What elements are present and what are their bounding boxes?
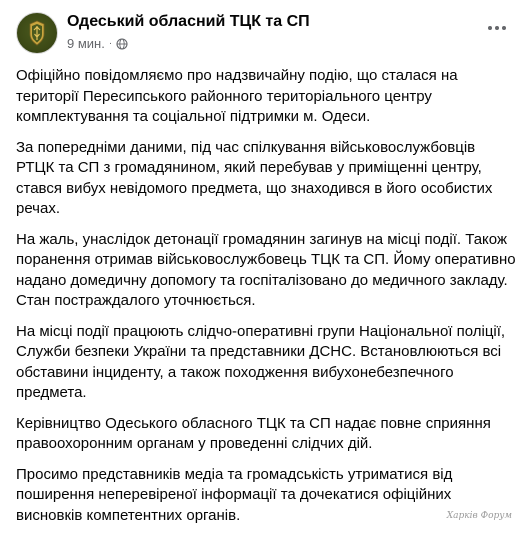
post-paragraph: Керівництво Одеського обласного ТЦК та С… <box>16 414 491 453</box>
post-paragraph: Офіційно повідомляємо про надзвичайну по… <box>16 67 458 125</box>
post-header: Одеський обласний ТЦК та СП 9 мин. · <box>12 10 516 60</box>
page-name-link[interactable]: Одеський обласний ТЦК та СП <box>67 12 310 32</box>
post-paragraph: За попередніми даними, під час спілкуван… <box>16 138 493 218</box>
post-text: Офіційно повідомляємо про надзвичайну по… <box>16 66 516 536</box>
post-meta: 9 мин. · <box>67 36 128 52</box>
post-paragraph: Просимо представників медіа та громадськ… <box>16 465 453 524</box>
emblem-icon <box>29 20 45 46</box>
watermark: Харків Форум <box>446 511 512 521</box>
globe-icon <box>116 38 128 50</box>
post-timestamp[interactable]: 9 мин. <box>67 36 105 52</box>
more-options-button[interactable] <box>482 16 512 40</box>
more-horizontal-icon <box>488 26 506 30</box>
post-paragraph: На жаль, унаслідок детонації громадянин … <box>16 230 516 310</box>
meta-separator: · <box>108 38 113 49</box>
page-avatar[interactable] <box>16 12 58 54</box>
post-paragraph: На місці події працюють слідчо-оперативн… <box>16 322 506 402</box>
